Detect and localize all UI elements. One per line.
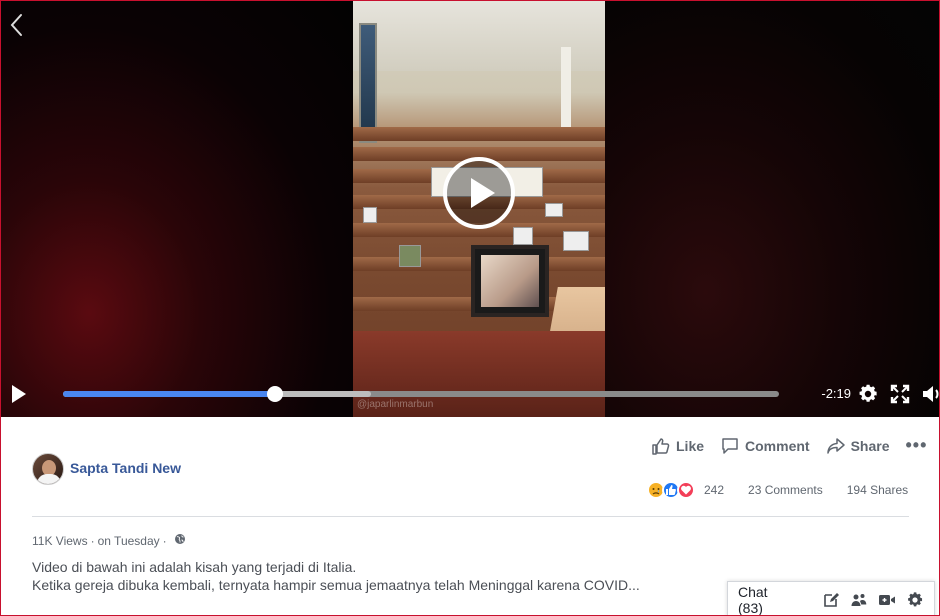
author-name[interactable]: Sapta Tandi New [70, 460, 181, 476]
post-description: Video di bawah ini adalah kisah yang ter… [32, 558, 640, 594]
post-meta: 11K Views · on Tuesday · [32, 533, 186, 548]
reactions[interactable] [647, 481, 695, 499]
share-icon [826, 437, 845, 454]
reaction-count[interactable]: 242 [704, 483, 724, 497]
post-actions: Like Comment Share ••• [651, 435, 927, 456]
chat-bar[interactable]: Chat (83) [727, 581, 935, 616]
post-stats: 242 23 Comments 194 Shares [647, 481, 908, 499]
back-arrow-icon[interactable] [5, 11, 29, 39]
view-count: 11K Views [32, 533, 88, 548]
video-post-viewer: @japarlinmarbun -2:19 Like Comment Share… [0, 0, 940, 616]
globe-icon[interactable] [174, 533, 186, 548]
meta-separator: · [90, 533, 95, 548]
progress-played [63, 391, 275, 397]
description-line: Video di bawah ini adalah kisah yang ter… [32, 559, 357, 575]
comment-button[interactable]: Comment [720, 436, 810, 456]
like-button[interactable]: Like [651, 436, 704, 456]
play-button[interactable] [9, 383, 29, 405]
progress-bar[interactable] [63, 386, 779, 402]
gear-icon[interactable] [906, 591, 924, 609]
video-blur-right [605, 1, 939, 417]
group-icon[interactable] [850, 591, 868, 609]
volume-icon[interactable] [921, 383, 939, 405]
like-label: Like [676, 437, 705, 454]
shares-count[interactable]: 194 Shares [847, 483, 908, 497]
play-icon [12, 385, 26, 403]
share-button[interactable]: Share [826, 436, 890, 456]
video-call-icon[interactable] [878, 591, 896, 609]
comment-icon [722, 437, 738, 454]
settings-gear-icon[interactable] [857, 383, 879, 405]
play-icon [471, 178, 495, 208]
comment-label: Comment [745, 437, 810, 454]
love-icon [677, 481, 695, 499]
post-date[interactable]: on Tuesday [98, 534, 160, 548]
comments-count[interactable]: 23 Comments [748, 483, 823, 497]
progress-scrubber[interactable] [266, 386, 283, 402]
share-label: Share [850, 437, 890, 454]
play-overlay-button[interactable] [443, 157, 515, 229]
chat-label[interactable]: Chat (83) [738, 584, 792, 616]
memorial-portrait [471, 245, 549, 317]
fullscreen-icon[interactable] [890, 384, 910, 404]
time-remaining: -2:19 [821, 386, 851, 401]
description-line: Ketika gereja dibuka kembali, ternyata h… [32, 577, 640, 593]
video-player[interactable]: @japarlinmarbun -2:19 [1, 1, 939, 417]
video-watermark: @japarlinmarbun [357, 399, 434, 410]
more-options-button[interactable]: ••• [906, 435, 928, 456]
video-blur-left [1, 1, 353, 417]
compose-icon[interactable] [822, 591, 840, 609]
avatar[interactable] [32, 453, 64, 485]
divider [32, 516, 909, 517]
thumbs-up-icon [652, 437, 670, 455]
meta-separator: · [162, 533, 167, 548]
